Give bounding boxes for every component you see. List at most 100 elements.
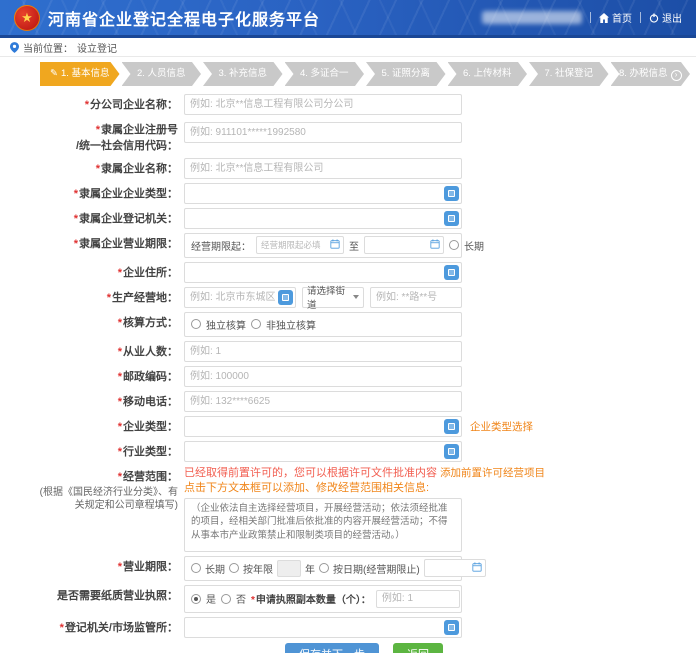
accounting-box: 独立核算 非独立核算 bbox=[184, 312, 462, 337]
step-2-personnel-info[interactable]: 2. 人员信息 bbox=[122, 62, 202, 86]
mobile-input[interactable] bbox=[184, 391, 462, 412]
term-longterm-radio[interactable] bbox=[191, 563, 201, 573]
scope-hint: 点击下方文本框可以添加、修改经营范围相关信息: bbox=[184, 481, 664, 496]
non-independent-accounting-radio[interactable] bbox=[251, 319, 261, 329]
independent-accounting-radio[interactable] bbox=[191, 319, 201, 329]
employees-input[interactable] bbox=[184, 341, 462, 362]
home-link[interactable]: 首页 bbox=[599, 10, 632, 25]
production-road-input[interactable] bbox=[370, 287, 462, 308]
form-row-business-term: *营业期限： 长期 按年限 年 按日期(经营期限止) bbox=[32, 556, 696, 581]
form-row-parent-credit-code: *隶属企业注册号/统一社会信用代码： bbox=[32, 119, 696, 154]
form-row-reg-authority: *登记机关/市场监管所： bbox=[32, 617, 696, 638]
parent-type-input[interactable] bbox=[184, 183, 462, 204]
step-bar: 1. 基本信息 2. 人员信息 3. 补充信息 4. 多证合一 5. 证照分离 … bbox=[40, 62, 692, 86]
business-scope-sublabel: (根据《国民经济行业分类》、有关规定和公司章程填写) bbox=[32, 486, 178, 512]
logout-link[interactable]: 退出 bbox=[649, 10, 682, 25]
step-5-license-separation[interactable]: 5. 证照分离 bbox=[366, 62, 446, 86]
paper-license-no-radio[interactable] bbox=[221, 594, 231, 604]
step-3-supplementary-info[interactable]: 3. 补充信息 bbox=[203, 62, 283, 86]
paper-license-yes-radio[interactable] bbox=[191, 594, 201, 604]
national-emblem-logo bbox=[14, 5, 40, 31]
business-scope-label: *经营范围：(根据《国民经济行业分类》、有关规定和公司章程填写) bbox=[32, 466, 184, 552]
company-address-label: *企业住所： bbox=[32, 262, 184, 283]
form-row-business-scope: *经营范围：(根据《国民经济行业分类》、有关规定和公司章程填写) 已经取得前置许… bbox=[32, 466, 696, 552]
step-7-social-security[interactable]: 7. 社保登记 bbox=[529, 62, 609, 86]
location-pin-icon bbox=[10, 42, 19, 53]
parent-reg-authority-label: *隶属企业登记机关： bbox=[32, 208, 184, 229]
parent-type-label: *隶属企业企业类型： bbox=[32, 183, 184, 204]
reg-authority-input[interactable] bbox=[184, 617, 462, 638]
street-select[interactable]: 请选择街道 bbox=[302, 287, 364, 308]
power-icon bbox=[649, 13, 659, 23]
parent-term-longterm-radio[interactable] bbox=[449, 240, 459, 250]
business-scope-textarea[interactable]: （企业依法自主选择经营项目，开展经营活动；依法须经批准的项目，经相关部门批准后依… bbox=[184, 498, 462, 552]
form-row-paper-license: 是否需要纸质营业执照： 是 否 *申请执照副本数量（个）： bbox=[32, 585, 696, 613]
back-button[interactable]: 返回 bbox=[393, 643, 443, 653]
basic-info-form: *分公司企业名称： *隶属企业注册号/统一社会信用代码： *隶属企业名称： *隶… bbox=[32, 94, 696, 653]
calendar-icon[interactable] bbox=[472, 562, 482, 575]
accounting-label: *核算方式： bbox=[32, 312, 184, 337]
business-term-box: 长期 按年限 年 按日期(经营期限止) bbox=[184, 556, 462, 581]
form-row-parent-name: *隶属企业名称： bbox=[32, 158, 696, 179]
step-4-multi-certificate[interactable]: 4. 多证合一 bbox=[285, 62, 365, 86]
paper-license-box: 是 否 *申请执照副本数量（个）： bbox=[184, 585, 462, 613]
parent-name-input[interactable] bbox=[184, 158, 462, 179]
breadcrumb: 当前位置： 设立登记 bbox=[0, 38, 696, 57]
company-type-input[interactable] bbox=[184, 416, 462, 437]
select-dialog-icon[interactable] bbox=[444, 265, 459, 280]
form-actions: 保存并下一步 返回 bbox=[32, 643, 696, 653]
form-row-accounting: *核算方式： 独立核算 非独立核算 bbox=[32, 312, 696, 337]
logout-label: 退出 bbox=[662, 10, 682, 25]
term-by-date-radio[interactable] bbox=[319, 563, 329, 573]
term-to-label: 至 bbox=[349, 238, 359, 253]
select-dialog-icon[interactable] bbox=[444, 419, 459, 434]
branch-name-label: *分公司企业名称： bbox=[32, 94, 184, 115]
form-row-parent-type: *隶属企业企业类型： bbox=[32, 183, 696, 204]
step-8-tax-info[interactable]: 8. 办税信息› bbox=[611, 62, 691, 86]
divider bbox=[590, 12, 591, 23]
breadcrumb-current: 设立登记 bbox=[77, 40, 117, 55]
license-copies-input[interactable] bbox=[376, 590, 460, 608]
app-header: 河南省企业登记全程电子化服务平台 首页 退出 bbox=[0, 0, 696, 38]
select-dialog-icon[interactable] bbox=[444, 211, 459, 226]
license-copies-label: *申请执照副本数量（个）： bbox=[251, 591, 371, 606]
step-6-upload-materials[interactable]: 6. 上传材料 bbox=[448, 62, 528, 86]
mobile-label: *移动电话： bbox=[32, 391, 184, 412]
home-label: 首页 bbox=[612, 10, 632, 25]
form-row-mobile: *移动电话： bbox=[32, 391, 696, 412]
calendar-icon[interactable] bbox=[430, 239, 440, 252]
parent-reg-authority-input[interactable] bbox=[184, 208, 462, 229]
add-pre-license-items-link[interactable]: 添加前置许可经营项目 bbox=[440, 467, 545, 479]
parent-term-longterm-label: 长期 bbox=[464, 238, 484, 253]
select-dialog-icon[interactable] bbox=[444, 186, 459, 201]
term-years-input[interactable] bbox=[277, 560, 301, 577]
branch-name-input[interactable] bbox=[184, 94, 462, 115]
scope-notice: 已经取得前置许可的，您可以根据许可文件批准内容 添加前置许可经营项目 bbox=[184, 466, 664, 481]
calendar-icon[interactable] bbox=[330, 239, 340, 252]
chevron-right-icon: › bbox=[671, 70, 682, 81]
postcode-input[interactable] bbox=[184, 366, 462, 387]
form-row-parent-term: *隶属企业营业期限： 经营期限起： 至 长期 bbox=[32, 233, 696, 258]
employees-label: *从业人数： bbox=[32, 341, 184, 362]
postcode-label: *邮政编码： bbox=[32, 366, 184, 387]
form-row-branch-name: *分公司企业名称： bbox=[32, 94, 696, 115]
company-type-label: *企业类型： bbox=[32, 416, 184, 437]
form-row-company-address: *企业住所： bbox=[32, 262, 696, 283]
chevron-down-icon bbox=[353, 295, 359, 299]
parent-credit-code-input[interactable] bbox=[184, 122, 462, 143]
select-dialog-icon[interactable] bbox=[444, 444, 459, 459]
term-by-years-radio[interactable] bbox=[229, 563, 239, 573]
production-place-label: *生产经营地： bbox=[32, 287, 184, 308]
save-next-button[interactable]: 保存并下一步 bbox=[285, 643, 379, 653]
industry-type-input[interactable] bbox=[184, 441, 462, 462]
select-dialog-icon[interactable] bbox=[278, 290, 293, 305]
company-address-input[interactable] bbox=[184, 262, 462, 283]
app-title: 河南省企业登记全程电子化服务平台 bbox=[48, 6, 320, 30]
term-start-label: 经营期限起： bbox=[191, 238, 251, 253]
form-row-employees: *从业人数： bbox=[32, 341, 696, 362]
industry-type-label: *行业类型： bbox=[32, 441, 184, 462]
business-term-label: *营业期限： bbox=[32, 556, 184, 581]
step-1-basic-info[interactable]: 1. 基本信息 bbox=[40, 62, 120, 86]
select-dialog-icon[interactable] bbox=[444, 620, 459, 635]
company-type-select-link[interactable]: 企业类型选择 bbox=[470, 419, 533, 434]
